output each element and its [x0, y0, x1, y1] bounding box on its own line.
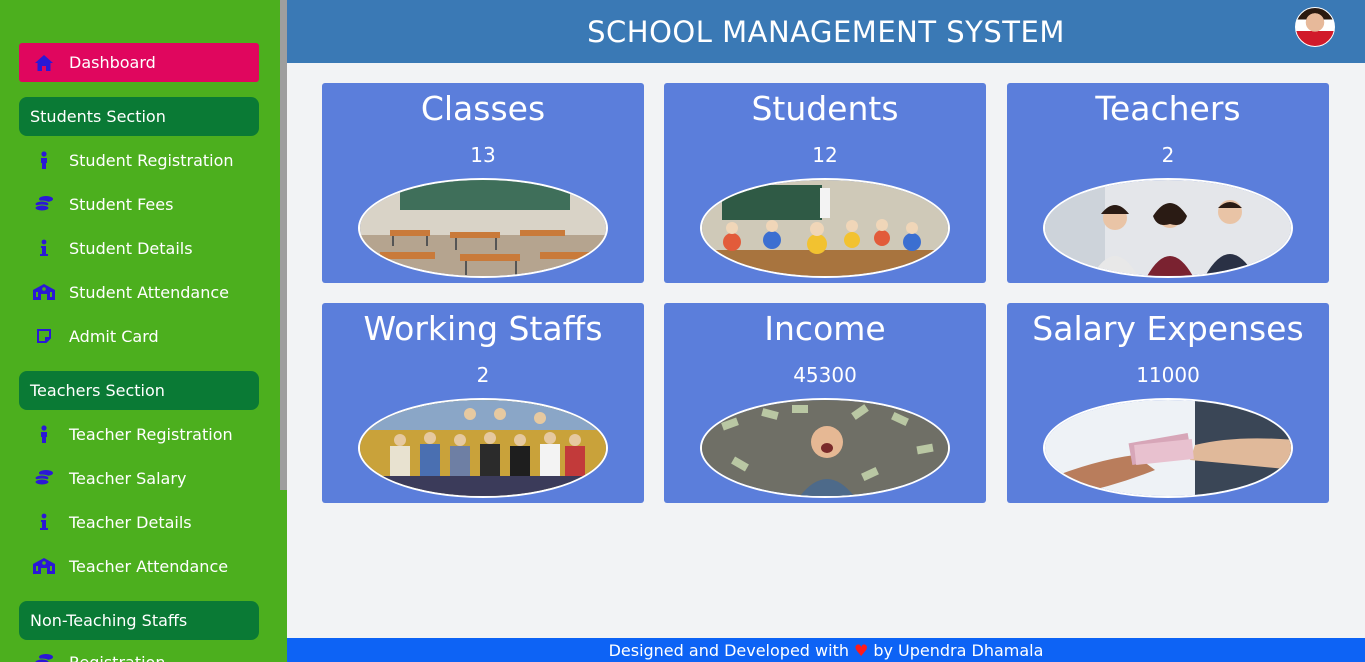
card-value: 12 — [812, 143, 838, 167]
students-section-header[interactable]: Students Section — [19, 97, 259, 136]
avatar[interactable] — [1295, 7, 1335, 47]
school-icon — [19, 551, 69, 581]
card-title: Teachers — [1095, 89, 1241, 128]
sidebar-item-teacher-registration[interactable]: Teacher Registration — [19, 419, 259, 449]
sidebar-item-student-fees[interactable]: Student Fees — [19, 189, 259, 219]
sidebar: Dashboard Students Section Student Regis… — [0, 0, 280, 662]
footer: Designed and Developed with ♥ by Upendra… — [287, 638, 1365, 662]
card-title: Students — [751, 89, 899, 128]
card-title: Salary Expenses — [1032, 309, 1304, 348]
heart-icon: ♥ — [853, 640, 869, 660]
sidebar-item-label: Teacher Registration — [69, 424, 233, 444]
stat-card-teachers[interactable]: Teachers 2 — [1007, 83, 1329, 283]
sidebar-item-teacher-attendance[interactable]: Teacher Attendance — [19, 551, 259, 581]
sidebar-item-student-registration[interactable]: Student Registration — [19, 145, 259, 175]
school-icon — [19, 277, 69, 307]
sidebar-item-label: Admit Card — [69, 326, 159, 346]
app-title: SCHOOL MANAGEMENT SYSTEM — [587, 14, 1065, 49]
sidebar-item-student-attendance[interactable]: Student Attendance — [19, 277, 259, 307]
sidebar-scrollbar[interactable] — [280, 0, 287, 662]
card-value: 13 — [470, 143, 496, 167]
card-value: 11000 — [1136, 363, 1200, 387]
card-value: 2 — [1161, 143, 1175, 167]
person-icon — [19, 419, 69, 449]
staff-group-photo — [358, 398, 608, 498]
person-icon — [19, 145, 69, 175]
sidebar-item-label: Dashboard — [69, 53, 156, 72]
sidebar-item-teacher-details[interactable]: Teacher Details — [19, 507, 259, 537]
coins-icon — [19, 647, 69, 662]
card-title: Classes — [420, 89, 546, 128]
sidebar-item-label: Student Attendance — [69, 282, 230, 302]
sidebar-item-dashboard[interactable]: Dashboard — [19, 43, 259, 82]
sidebar-item-label: Student Fees — [69, 194, 174, 214]
card-title: Working Staffs — [363, 309, 603, 348]
students-photo — [700, 178, 950, 278]
stat-card-salary-expenses[interactable]: Salary Expenses 11000 — [1007, 303, 1329, 503]
sidebar-scrollbar-thumb[interactable] — [280, 490, 287, 662]
sidebar-item-label: Teacher Salary — [69, 468, 187, 488]
info-icon — [19, 233, 69, 263]
sidebar-item-label: Student Details — [69, 238, 193, 258]
card-icon — [19, 321, 69, 351]
sidebar-item-admit-card[interactable]: Admit Card — [19, 321, 259, 351]
sidebar-item-label: Teacher Details — [69, 512, 192, 532]
teachers-photo — [1043, 178, 1293, 278]
coins-icon — [19, 189, 69, 219]
money-rain-photo — [700, 398, 950, 498]
nonteaching-section-header[interactable]: Non-Teaching Staffs — [19, 601, 259, 640]
footer-text-before: Designed and Developed with — [608, 640, 849, 660]
sidebar-item-label: Student Registration — [69, 150, 234, 170]
home-icon — [19, 48, 69, 78]
classroom-photo — [358, 178, 608, 278]
sidebar-item-label: Registration — [69, 652, 166, 662]
footer-text-after: by Upendra Dhamala — [873, 640, 1044, 660]
stat-card-income[interactable]: Income 45300 — [664, 303, 986, 503]
sidebar-item-student-details[interactable]: Student Details — [19, 233, 259, 263]
sidebar-item-label: Teacher Attendance — [69, 556, 229, 576]
cash-handover-photo — [1043, 398, 1293, 498]
card-value: 45300 — [793, 363, 857, 387]
sidebar-item-nonteaching-registration[interactable]: Registration — [19, 647, 259, 662]
coins-icon — [19, 463, 69, 493]
card-value: 2 — [476, 363, 490, 387]
stat-card-classes[interactable]: Classes 13 — [322, 83, 644, 283]
stat-card-students[interactable]: Students 12 — [664, 83, 986, 283]
teachers-section-header[interactable]: Teachers Section — [19, 371, 259, 410]
stat-card-working-staffs[interactable]: Working Staffs 2 — [322, 303, 644, 503]
card-title: Income — [764, 309, 886, 348]
top-header: SCHOOL MANAGEMENT SYSTEM — [287, 0, 1365, 63]
info-icon — [19, 507, 69, 537]
sidebar-item-teacher-salary[interactable]: Teacher Salary — [19, 463, 259, 493]
